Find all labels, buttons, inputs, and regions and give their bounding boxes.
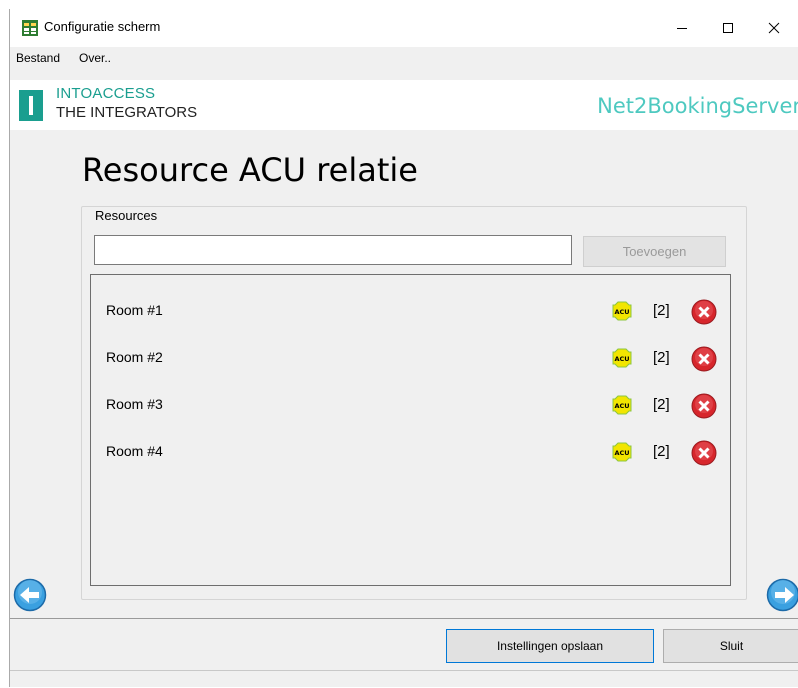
svg-text:ACU: ACU bbox=[614, 355, 629, 363]
resource-name: Room #3 bbox=[106, 396, 163, 412]
footer-bar: Instellingen opslaan Sluit bbox=[10, 618, 798, 687]
delete-icon[interactable] bbox=[691, 346, 717, 372]
acu-icon[interactable]: ACU bbox=[612, 442, 632, 462]
acu-icon[interactable]: ACU bbox=[612, 301, 632, 321]
maximize-button[interactable] bbox=[705, 9, 751, 47]
acu-icon[interactable]: ACU bbox=[612, 395, 632, 415]
acu-count: [2] bbox=[653, 302, 670, 319]
status-strip bbox=[10, 670, 798, 688]
acu-count: [2] bbox=[653, 349, 670, 366]
menu-bar: Bestand Over.. bbox=[10, 47, 798, 69]
window-title: Configuratie scherm bbox=[44, 19, 160, 34]
minimize-button[interactable] bbox=[659, 9, 705, 47]
menu-item-over[interactable]: Over.. bbox=[79, 51, 111, 65]
page-title: Resource ACU relatie bbox=[82, 151, 418, 189]
svg-text:ACU: ACU bbox=[614, 308, 629, 316]
resource-name-input[interactable] bbox=[94, 235, 572, 265]
list-item[interactable]: Room #4 ACU [2] bbox=[91, 432, 730, 472]
app-window: Configuratie scherm Bestand Over.. INTOA… bbox=[9, 9, 798, 687]
brand-header: INTOACCESS THE INTEGRATORS Net2BookingSe… bbox=[10, 80, 798, 130]
svg-text:ACU: ACU bbox=[614, 449, 629, 457]
resources-group-label: Resources bbox=[92, 208, 160, 223]
logo-brand-name: INTOACCESS bbox=[56, 85, 155, 102]
add-resource-button[interactable]: Toevoegen bbox=[583, 236, 726, 267]
svg-text:ACU: ACU bbox=[614, 402, 629, 410]
intoaccess-logo-icon bbox=[19, 90, 43, 121]
logo-tagline: THE INTEGRATORS bbox=[56, 104, 197, 121]
acu-count: [2] bbox=[653, 443, 670, 460]
delete-icon[interactable] bbox=[691, 440, 717, 466]
arrow-left-circle-icon[interactable] bbox=[13, 578, 47, 612]
window-close-button[interactable] bbox=[751, 9, 797, 47]
delete-icon[interactable] bbox=[691, 299, 717, 325]
delete-icon[interactable] bbox=[691, 393, 717, 419]
product-name: Net2BookingServer bbox=[597, 94, 798, 118]
minimize-icon bbox=[676, 22, 688, 34]
forward-nav[interactable] bbox=[763, 578, 798, 612]
maximize-icon bbox=[722, 22, 734, 34]
divider bbox=[10, 618, 798, 619]
spreadsheet-app-icon bbox=[22, 20, 38, 36]
acu-icon[interactable]: ACU bbox=[612, 348, 632, 368]
title-bar: Configuratie scherm bbox=[10, 9, 798, 47]
menu-item-bestand[interactable]: Bestand bbox=[16, 51, 60, 65]
save-settings-button[interactable]: Instellingen opslaan bbox=[446, 629, 654, 663]
acu-count: [2] bbox=[653, 396, 670, 413]
list-item[interactable]: Room #2 ACU [2] bbox=[91, 338, 730, 378]
arrow-right-circle-icon[interactable] bbox=[763, 578, 798, 612]
list-item[interactable]: Room #1 ACU [2] bbox=[91, 291, 730, 331]
list-item[interactable]: Room #3 ACU [2] bbox=[91, 385, 730, 425]
close-button[interactable]: Sluit bbox=[663, 629, 798, 663]
resource-name: Room #1 bbox=[106, 302, 163, 318]
resource-list[interactable]: Room #1 ACU [2] Room #2 ACU [2] bbox=[90, 274, 731, 586]
close-icon bbox=[768, 22, 780, 34]
resource-name: Room #2 bbox=[106, 349, 163, 365]
resource-name: Room #4 bbox=[106, 443, 163, 459]
